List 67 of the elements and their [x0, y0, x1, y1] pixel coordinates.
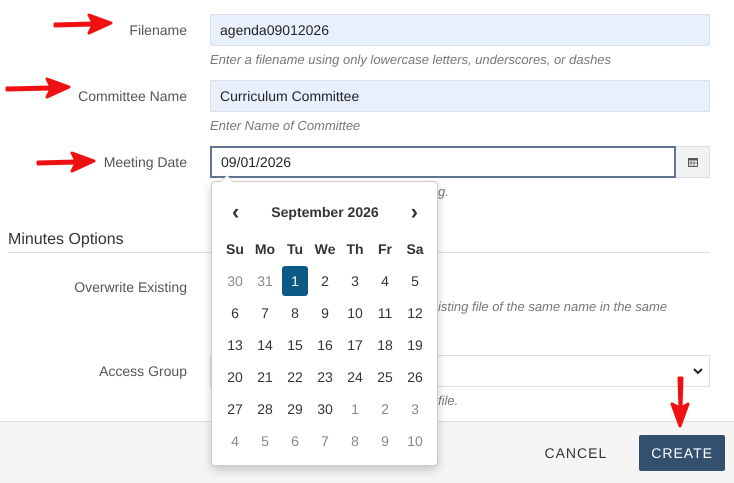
day-cell[interactable]: 21 [252, 362, 278, 392]
day-cell[interactable]: 31 [252, 266, 278, 296]
day-cell[interactable]: 3 [342, 266, 368, 296]
month-title: September 2026 [271, 204, 379, 220]
day-cell[interactable]: 1 [282, 266, 308, 296]
previous-month-button[interactable]: ‹ [229, 201, 242, 223]
day-cell[interactable]: 13 [222, 330, 248, 360]
day-cell[interactable]: 3 [402, 394, 428, 424]
pointer-arrow [5, 77, 71, 99]
day-cell[interactable]: 10 [342, 298, 368, 328]
day-cell[interactable]: 24 [342, 362, 368, 392]
field-label: Committee Name [78, 87, 187, 106]
date-field[interactable]: 09/01/2026 [210, 146, 676, 178]
field-label: Meeting Date [104, 153, 187, 172]
day-cell[interactable]: 20 [222, 362, 248, 392]
day-cell[interactable]: 4 [372, 266, 398, 296]
field-label: Access Group [99, 362, 187, 381]
day-cell[interactable]: 30 [222, 266, 248, 296]
day-cell[interactable]: 27 [222, 394, 248, 424]
day-cell[interactable]: 25 [372, 362, 398, 392]
day-cell[interactable]: 2 [312, 266, 338, 296]
day-cell[interactable]: 6 [282, 426, 308, 456]
day-cell[interactable]: 26 [402, 362, 428, 392]
day-cell[interactable]: 7 [312, 426, 338, 456]
day-cell[interactable]: 12 [402, 298, 428, 328]
calendar-button[interactable] [676, 146, 710, 178]
day-cell[interactable]: 28 [252, 394, 278, 424]
day-cell[interactable]: 5 [252, 426, 278, 456]
day-cell[interactable]: 19 [402, 330, 428, 360]
help-text: file. [438, 393, 460, 409]
pointer-arrow [669, 376, 691, 428]
text-field[interactable]: agenda09012026 [210, 14, 710, 46]
text-field[interactable]: Curriculum Committee [210, 80, 710, 112]
day-cell[interactable]: 6 [222, 298, 248, 328]
day-cell[interactable]: 5 [402, 266, 428, 296]
day-cell[interactable]: 29 [282, 394, 308, 424]
pointer-arrow [53, 13, 113, 35]
day-cell[interactable]: 8 [342, 426, 368, 456]
help-text: Enter Name of Committee [210, 118, 362, 134]
help-text: Enter a filename using only lowercase letters, underscores, or dashes [210, 52, 612, 68]
cancel-button[interactable]: CANCEL [532, 434, 620, 470]
day-cell[interactable]: 23 [312, 362, 338, 392]
pointer-arrow [36, 151, 96, 173]
day-cell[interactable]: 18 [372, 330, 398, 360]
calendar-icon [688, 157, 698, 167]
day-cell[interactable]: 30 [312, 394, 338, 424]
day-cell[interactable]: 22 [282, 362, 308, 392]
day-cell[interactable]: 2 [372, 394, 398, 424]
field-label: Overwrite Existing [74, 279, 187, 295]
help-text: g. [438, 184, 450, 200]
create-button[interactable]: CREATE [639, 434, 725, 470]
day-cell[interactable]: 11 [372, 298, 398, 328]
day-cell[interactable]: 10 [402, 426, 428, 456]
day-cell[interactable]: 15 [282, 330, 308, 360]
day-cell[interactable]: 7 [252, 298, 278, 328]
day-cell[interactable]: 17 [342, 330, 368, 360]
day-cell[interactable]: 1 [342, 394, 368, 424]
day-cell[interactable]: 14 [252, 330, 278, 360]
day-cell[interactable]: 16 [312, 330, 338, 360]
chevron-down-icon [693, 368, 703, 374]
help-text: isting file of the same name in the same [438, 299, 668, 315]
next-month-button[interactable]: › [408, 201, 421, 223]
day-cell[interactable]: 4 [222, 426, 248, 456]
field-label: Filename [129, 21, 187, 40]
day-cell[interactable]: 8 [282, 298, 308, 328]
day-cell[interactable]: 9 [372, 426, 398, 456]
day-cell[interactable]: 9 [312, 298, 338, 328]
